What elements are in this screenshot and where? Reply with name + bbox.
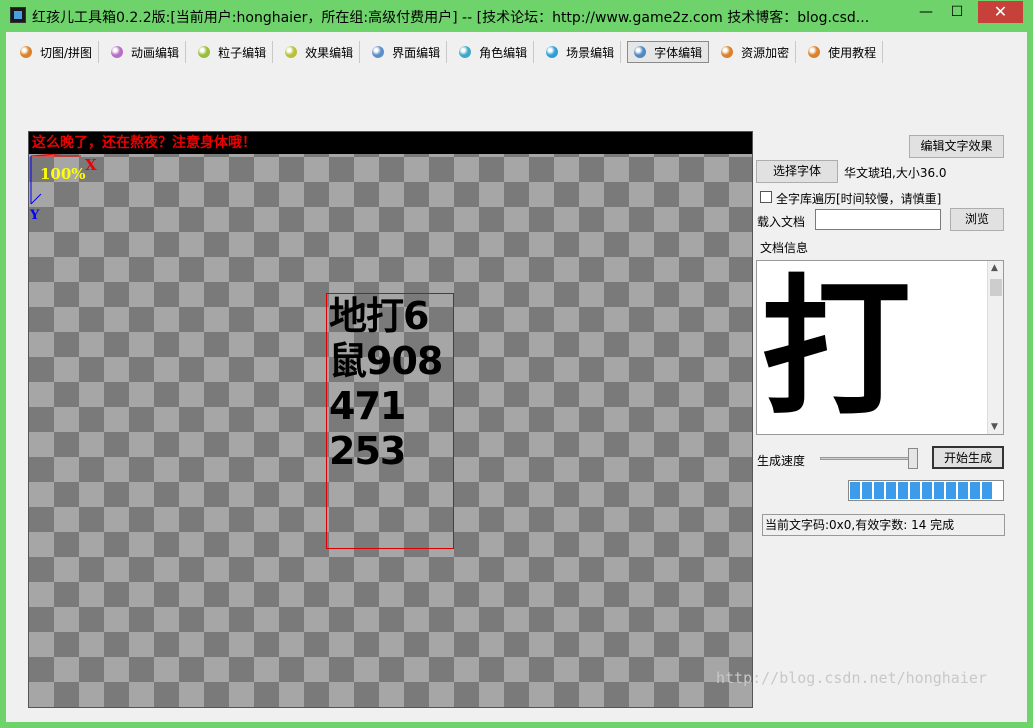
tab-label: 切图/拼图 [40, 45, 93, 60]
progress-segment [910, 482, 920, 499]
preview-glyph: 打 [761, 262, 912, 435]
tab-label: 资源加密 [741, 45, 790, 60]
progress-segment [922, 482, 932, 499]
cyan-ball-icon [546, 46, 559, 58]
tool-tabs: 切图/拼图 动画编辑 粒子编辑 效果编辑 界面编辑 角色编辑 场景编辑 字体编辑 资源加密 使用教… [14, 41, 889, 63]
tab-label: 场景编辑 [566, 45, 615, 60]
progress-segment [970, 482, 980, 499]
tab-1[interactable]: 切图/拼图 [14, 41, 100, 63]
doc-info-label: 文档信息 [760, 241, 809, 255]
progress-segment [874, 482, 884, 499]
tab-4[interactable]: 效果编辑 [279, 41, 361, 63]
client-area: 切图/拼图 动画编辑 粒子编辑 效果编辑 界面编辑 角色编辑 场景编辑 字体编辑 资源加密 使用教… [6, 32, 1027, 722]
tab-9[interactable]: 资源加密 [715, 41, 797, 63]
generate-progress-bar [848, 480, 1004, 501]
purple-ball-icon [111, 46, 124, 58]
progress-segment [898, 482, 908, 499]
tab-label: 界面编辑 [392, 45, 441, 60]
lime-ball-icon [285, 46, 298, 58]
scroll-down-icon[interactable]: ▼ [991, 422, 998, 432]
status-text: 当前文字码:0x0,有效字数: 14 完成 [762, 514, 1005, 536]
progress-segment [934, 482, 944, 499]
scroll-up-icon[interactable]: ▲ [991, 263, 998, 273]
start-generate-button[interactable]: 开始生成 [932, 446, 1004, 469]
tab-label: 粒子编辑 [218, 45, 267, 60]
progress-segment [850, 482, 860, 499]
glyph-texture-text: 地打6 鼠908 471 253 [329, 294, 443, 473]
teal-ball-icon [459, 46, 472, 58]
progress-segment [862, 482, 872, 499]
orange-ball-icon [808, 46, 821, 58]
green-ball-icon [198, 46, 211, 58]
progress-segment [946, 482, 956, 499]
scroll-thumb[interactable] [990, 279, 1002, 296]
progress-segment [886, 482, 896, 499]
browse-button[interactable]: 浏览 [950, 208, 1004, 231]
choose-font-button[interactable]: 选择字体 [756, 160, 838, 183]
font-info: 华文琥珀,大小36.0 [844, 166, 947, 180]
full-scan-label: 全字库遍历[时间较慢，请慎重] [776, 192, 942, 206]
zoom-level: 100% [40, 165, 86, 183]
load-doc-label: 载入文档 [757, 215, 806, 229]
x-axis-label: X [85, 156, 97, 174]
tab-6[interactable]: 角色编辑 [453, 41, 535, 63]
tab-2[interactable]: 动画编辑 [105, 41, 187, 63]
close-button[interactable]: ✕ [978, 1, 1023, 23]
tab-10[interactable]: 使用教程 [802, 41, 884, 63]
tab-label: 角色编辑 [479, 45, 528, 60]
tab-label: 动画编辑 [131, 45, 180, 60]
maximize-button[interactable]: ☐ [943, 1, 971, 23]
tab-label: 效果编辑 [305, 45, 354, 60]
font-canvas[interactable]: 这么晚了，还在熬夜？注意身体哦！ X 100% Y 地打6 鼠908 471 2… [28, 131, 753, 708]
app-window: 红孩儿工具箱0.2.2版:[当前用户:honghaier，所在组:高级付费用户]… [0, 0, 1033, 728]
orange-ball-icon [20, 46, 32, 58]
window-title: 红孩儿工具箱0.2.2版:[当前用户:honghaier，所在组:高级付费用户]… [32, 10, 870, 26]
progress-segment [958, 482, 968, 499]
tab-label: 使用教程 [828, 45, 877, 60]
minimize-button[interactable]: — [912, 1, 940, 23]
speed-slider-thumb[interactable] [908, 448, 918, 469]
glyph-texture-box[interactable]: 地打6 鼠908 471 253 [326, 293, 454, 549]
blue-ball-icon [372, 46, 385, 58]
amber-ball-icon [721, 46, 734, 58]
load-doc-input[interactable] [815, 209, 941, 230]
progress-segment [982, 482, 992, 499]
watermark: http://blog.csdn.net/honghaier [716, 669, 987, 687]
speed-slider-track[interactable] [820, 457, 918, 460]
title-bar: 红孩儿工具箱0.2.2版:[当前用户:honghaier，所在组:高级付费用户]… [0, 0, 1033, 32]
app-icon [10, 7, 26, 23]
tab-5[interactable]: 界面编辑 [366, 41, 448, 63]
preview-scrollbar[interactable]: ▲ ▼ [987, 261, 1003, 434]
warning-banner: 这么晚了，还在熬夜？注意身体哦！ [29, 132, 752, 154]
speed-label: 生成速度 [757, 454, 806, 468]
full-scan-checkbox[interactable] [760, 191, 772, 203]
tab-8[interactable]: 字体编辑 [627, 41, 710, 63]
y-axis-label: Y [30, 208, 40, 223]
steel-ball-icon [634, 46, 647, 58]
glyph-preview: 打 ▲ ▼ [756, 260, 1004, 435]
tab-label: 字体编辑 [654, 45, 703, 60]
edit-text-effect-button[interactable]: 编辑文字效果 [909, 135, 1004, 158]
axis-indicator [30, 154, 81, 205]
tab-7[interactable]: 场景编辑 [540, 41, 622, 63]
tab-3[interactable]: 粒子编辑 [192, 41, 274, 63]
